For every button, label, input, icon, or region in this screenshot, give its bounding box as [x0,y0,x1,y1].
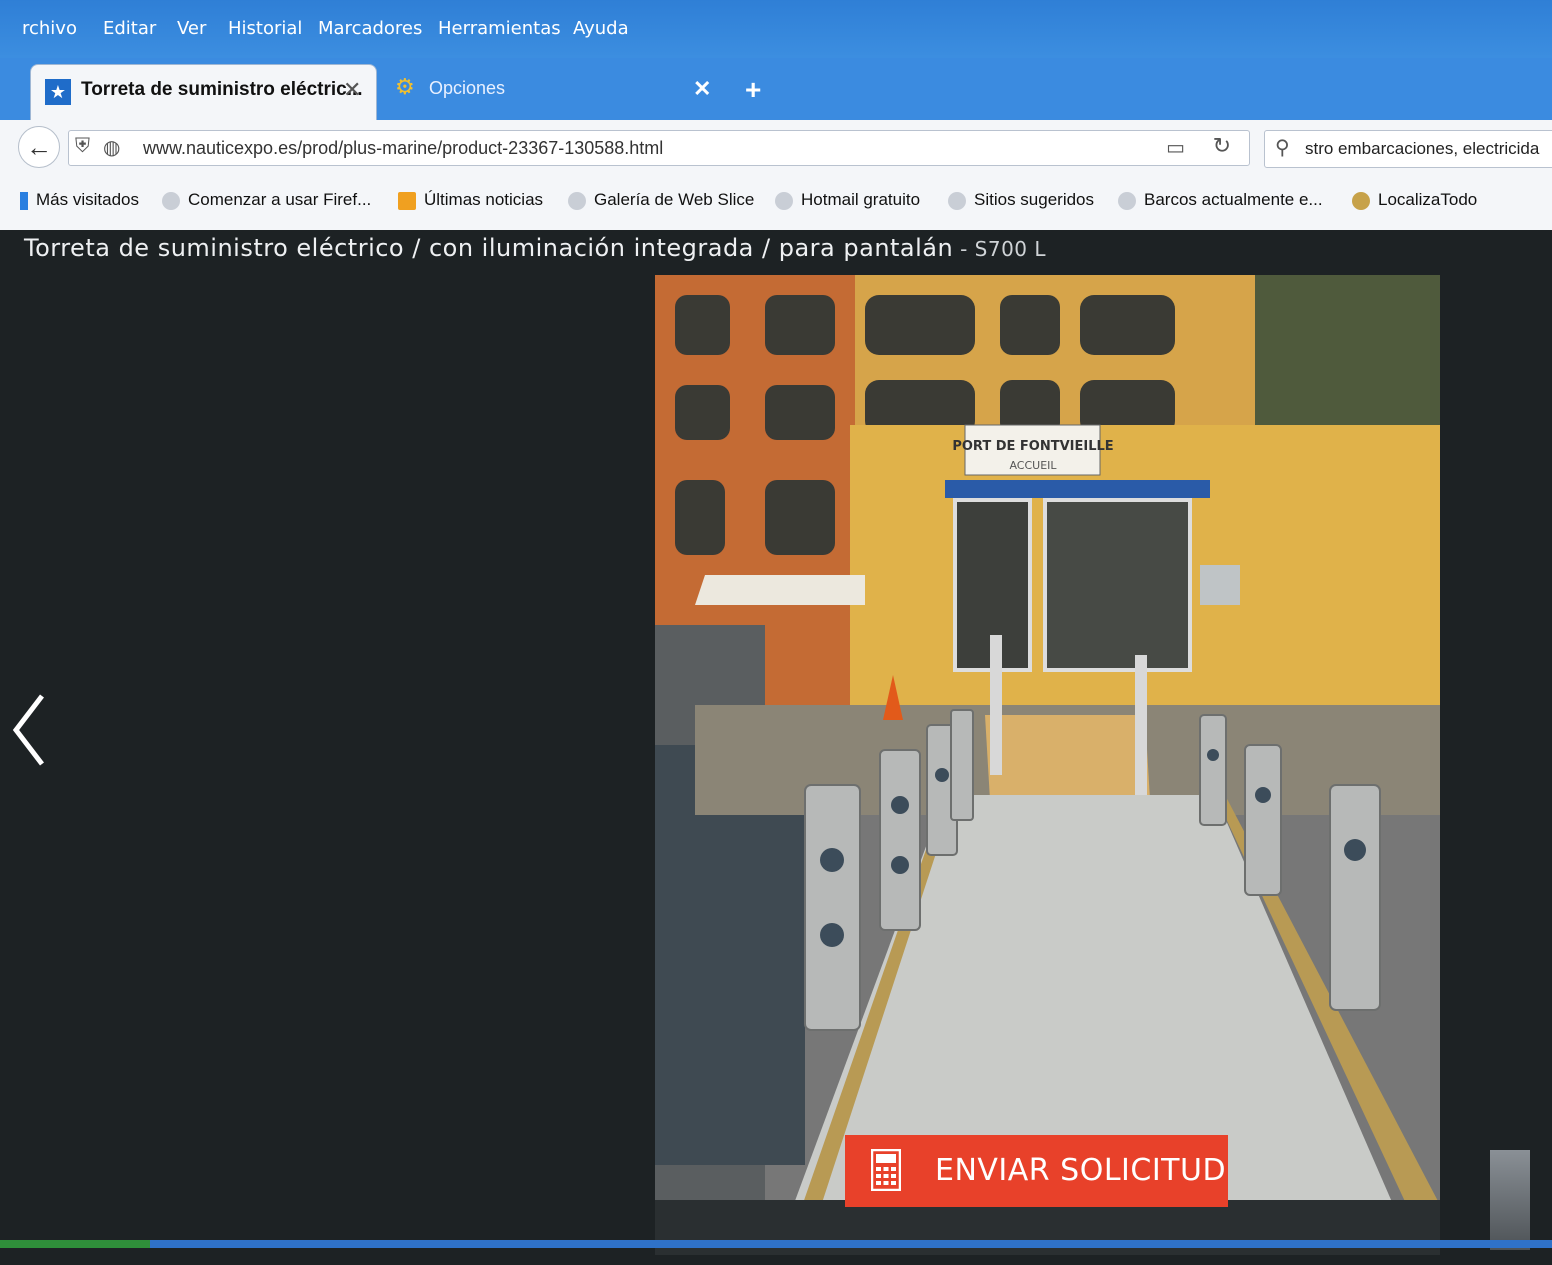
back-arrow-icon: ← [26,132,52,162]
rss-icon [398,191,416,210]
close-tab-icon[interactable]: ✕ [693,76,711,102]
bookmark-label: Sitios sugeridos [974,190,1095,209]
taskbar-edge [0,1240,1552,1248]
bookmark-label: Barcos actualmente e... [1144,190,1323,209]
calculator-icon [871,1149,901,1191]
bookmark-localizatodo[interactable]: LocalizaTodo [1352,190,1477,210]
url-text[interactable]: www.nauticexpo.es/prod/plus-marine/produ… [143,138,663,159]
search-box[interactable]: ⚲ stro embarcaciones, electricida [1264,130,1552,168]
new-tab-button[interactable]: + [745,74,761,106]
menu-ver[interactable]: Ver [177,18,206,39]
search-query[interactable]: stro embarcaciones, electricida [1305,139,1539,159]
search-icon: ⚲ [1275,137,1290,159]
send-request-label: ENVIAR SOLICITUD [935,1153,1227,1188]
bookmark-icon [20,191,28,210]
globe-icon [568,191,586,210]
menu-historial[interactable]: Historial [228,18,302,39]
product-photo[interactable]: PORT DE FONTVIEILLE ACCUEIL [655,275,1440,1255]
nav-bar: ← ⛨ ◍ www.nauticexpo.es/prod/plus-marine… [0,120,1552,179]
tab-product-title: Torreta de suministro eléctric... [81,79,363,100]
bookmark-comenzar[interactable]: Comenzar a usar Firef... [162,190,371,210]
bookmark-label: Hotmail gratuito [801,190,921,209]
globe-icon [948,191,966,210]
menu-marcadores[interactable]: Marcadores [318,18,422,39]
bookmark-label: LocalizaTodo [1378,190,1478,209]
bookmark-label: Últimas noticias [424,190,544,209]
product-title: Torreta de suministro eléctrico / con il… [24,234,1046,262]
shield-icon[interactable]: ⛨ [75,135,90,158]
seal-icon [1352,191,1370,210]
bookmark-barcos[interactable]: Barcos actualmente e... [1118,190,1323,210]
bookmark-ultimas-noticias[interactable]: Últimas noticias [398,190,543,210]
bookmark-label: Galería de Web Slice [594,190,755,209]
menu-bar: rchivo Editar Ver Historial Marcadores H… [0,0,1552,60]
bookmark-galeria[interactable]: Galería de Web Slice [568,190,754,210]
previous-arrow-icon[interactable] [10,690,60,770]
bookmark-mas-visitados[interactable]: Más visitados [20,190,139,210]
bookmark-hotmail[interactable]: Hotmail gratuito [775,190,920,210]
globe-icon [775,191,793,210]
reload-icon[interactable]: ↻ [1213,133,1231,159]
close-tab-icon[interactable]: ✕ [343,77,361,103]
globe-icon: ◍ [103,137,121,159]
sign-accueil: ACCUEIL [1009,459,1057,472]
address-bar[interactable]: ⛨ ◍ www.nauticexpo.es/prod/plus-marine/p… [68,130,1250,166]
bookmarks-bar: Más visitados Comenzar a usar Firef... Ú… [0,178,1552,231]
tab-strip: ★ Torreta de suministro eléctric... ✕ ⚙ … [0,58,1552,121]
back-button[interactable]: ← [18,126,60,168]
bookmark-sitios-sugeridos[interactable]: Sitios sugeridos [948,190,1094,210]
tab-opciones-title: Opciones [429,78,506,98]
menu-editar[interactable]: Editar [103,18,156,39]
gear-icon: ⚙ [395,74,415,99]
reader-view-icon[interactable]: ▭ [1166,135,1185,160]
menu-herramientas[interactable]: Herramientas [438,18,561,39]
sign-port-name: PORT DE FONTVIEILLE [952,439,1113,454]
bookmark-label: Comenzar a usar Firef... [188,190,372,209]
next-image-thumbnail[interactable] [1490,1150,1530,1250]
tab-product[interactable]: ★ Torreta de suministro eléctric... ✕ [30,64,377,121]
image-viewer: Torreta de suministro eléctrico / con il… [0,230,1552,1265]
product-code: - S700 L [953,237,1047,261]
send-request-button[interactable]: ENVIAR SOLICITUD [845,1135,1228,1207]
pier-photo-illustration: PORT DE FONTVIEILLE ACCUEIL [655,275,1440,1255]
tab-opciones[interactable]: ⚙ Opciones ✕ [385,72,720,114]
menu-ayuda[interactable]: Ayuda [573,18,629,39]
menu-archivo[interactable]: rchivo [22,18,77,39]
bookmark-label: Más visitados [36,190,139,209]
globe-icon [1118,191,1136,210]
globe-icon [162,191,180,210]
nauticexpo-favicon-icon: ★ [45,79,71,105]
product-title-text: Torreta de suministro eléctrico / con il… [24,234,954,262]
